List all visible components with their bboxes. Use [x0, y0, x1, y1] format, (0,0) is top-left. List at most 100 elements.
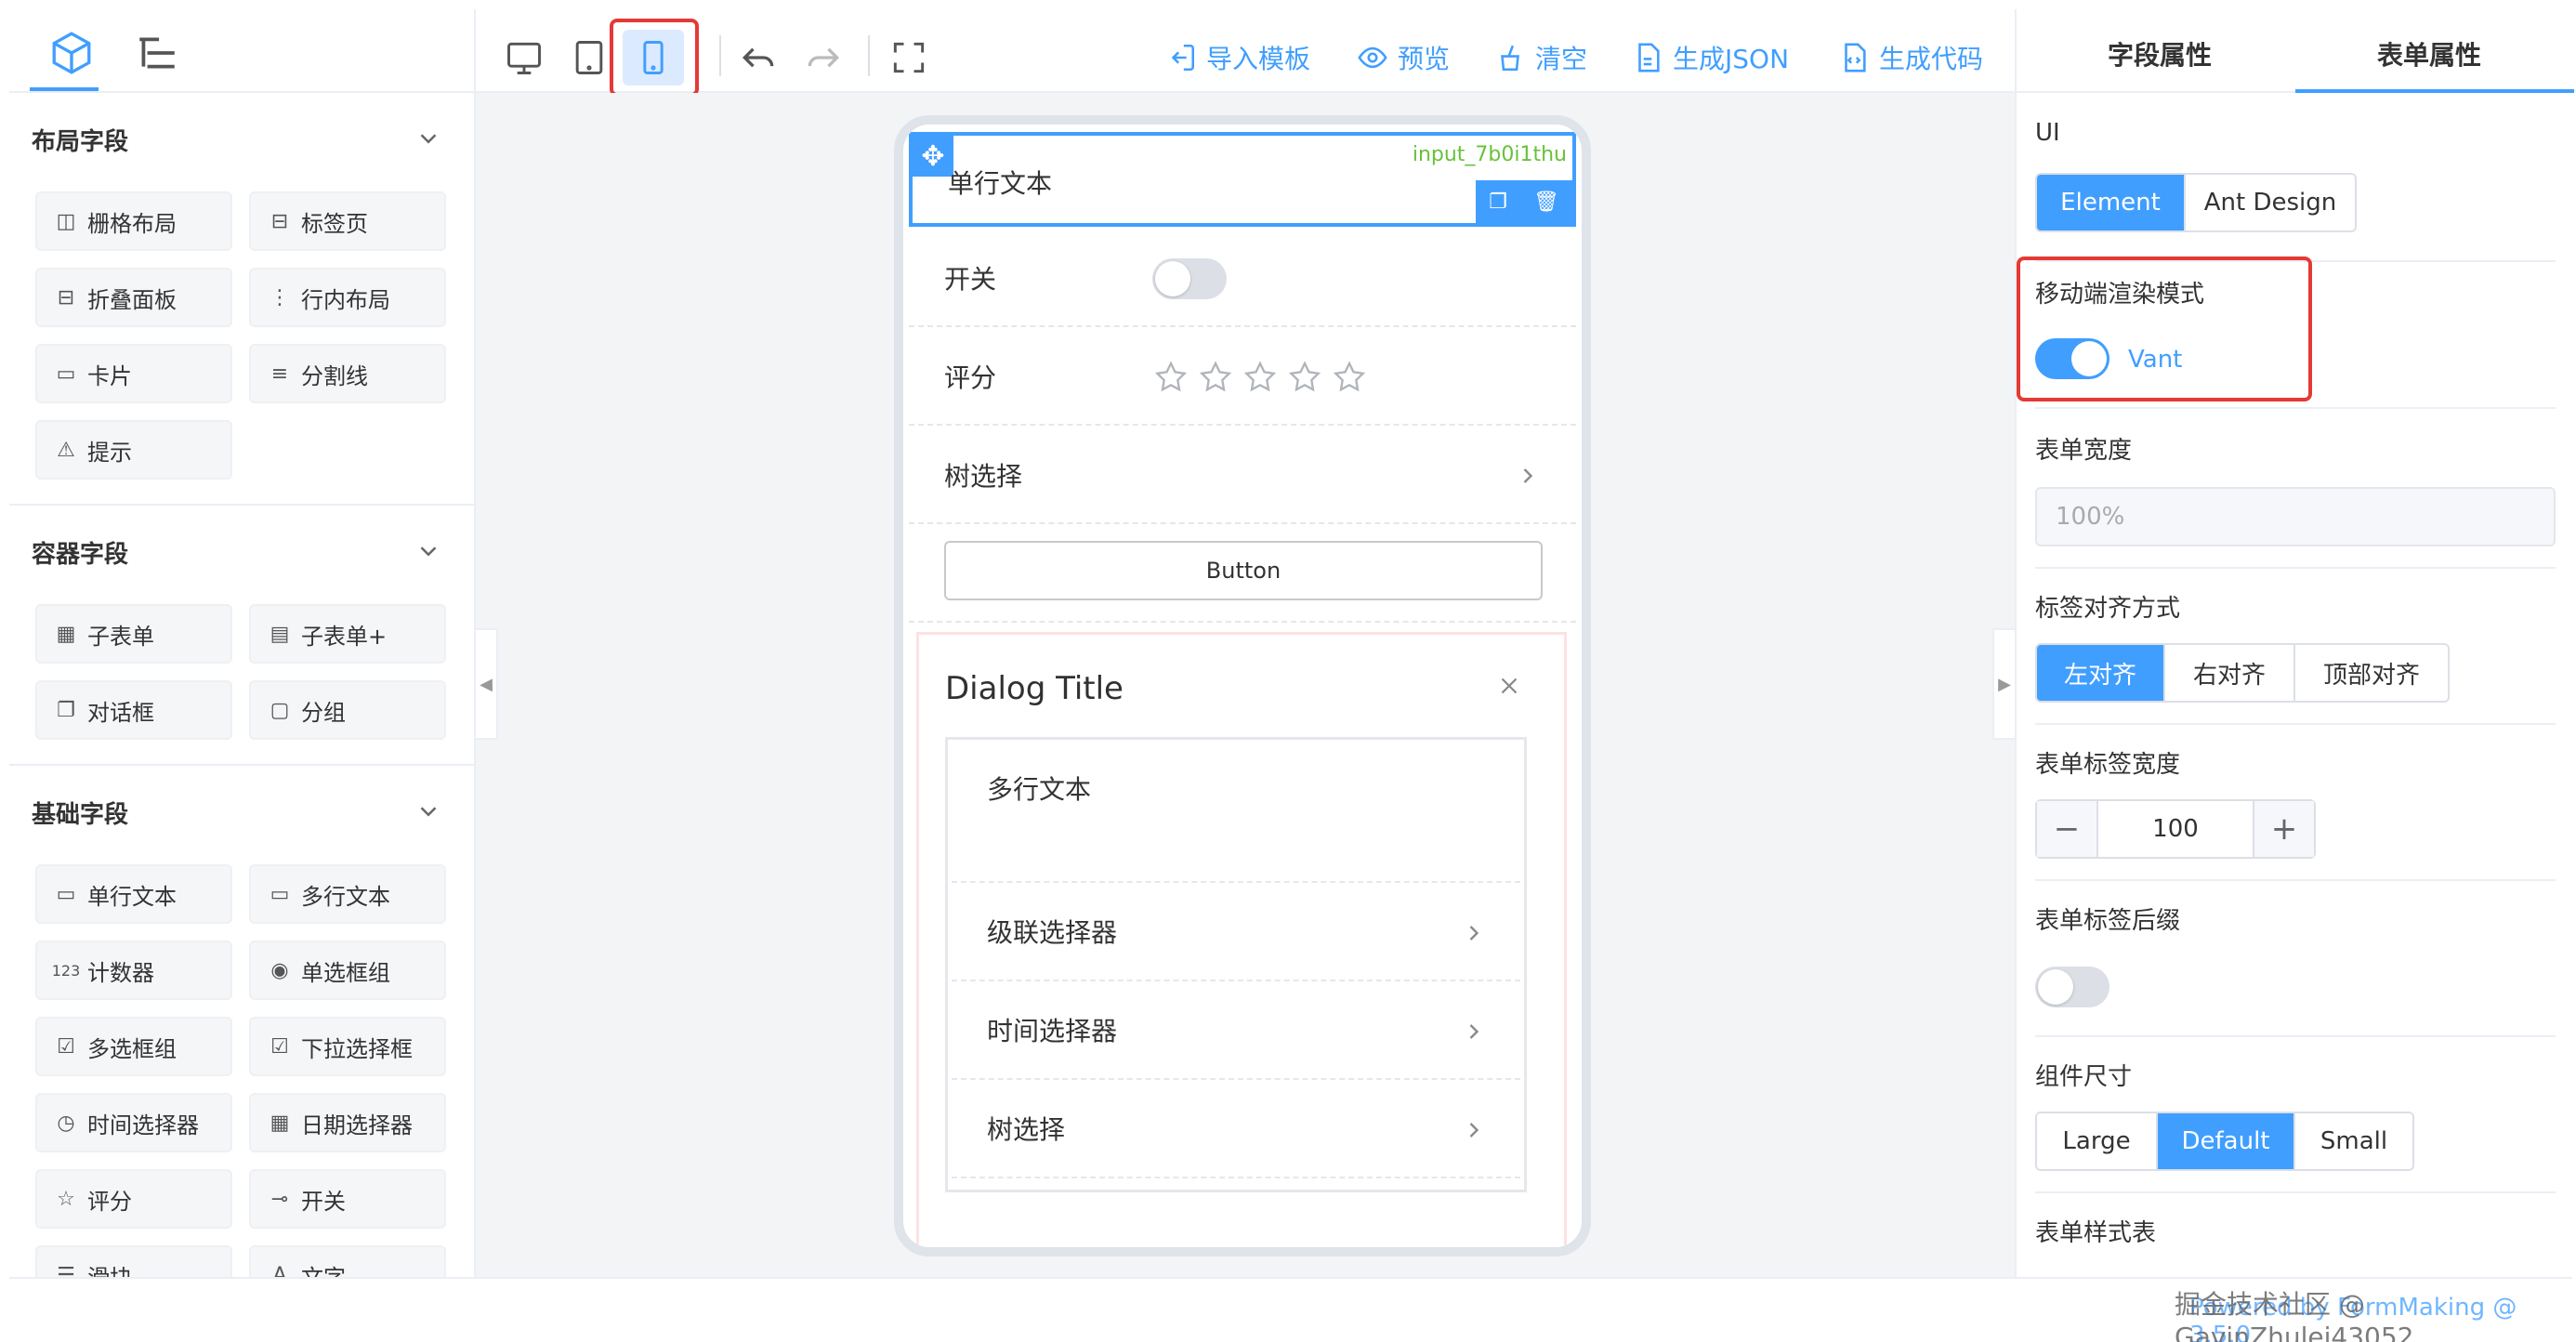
component-rate[interactable]: ☆ 评分 [35, 1169, 232, 1229]
minus-icon[interactable]: − [2037, 801, 2096, 857]
tablet-icon[interactable] [569, 37, 610, 78]
generate-code-button[interactable]: 生成代码 [1838, 37, 1983, 78]
inline-layout-icon: ⋮ [269, 285, 290, 309]
component-panel: 布局字段 ◫ 栅格布局 ⊟ 标签页 ⊟ 折叠面板 ⋮ 行内布局 ▭ 卡片 ≡ 分割线 ⚠ 提示… [9, 9, 476, 1277]
dialog-field-cascader[interactable]: 级联选择器 [952, 885, 1520, 981]
divider [2035, 1191, 2556, 1193]
component-cube-icon[interactable] [48, 30, 95, 76]
field-dialog[interactable]: Dialog Title 多行文本 级联选择器 时间选择器 树选择 [916, 632, 1567, 1256]
component-collapse[interactable]: ⊟ 折叠面板 [35, 268, 232, 327]
fullscreen-icon[interactable] [888, 37, 929, 78]
selected-field-single-text[interactable]: ✥ 单行文本 input_7b0i1thu ❐ 🗑 [909, 132, 1576, 227]
dialog-field-time[interactable]: 时间选择器 [952, 983, 1520, 1080]
label-suffix-switch[interactable] [2035, 967, 2109, 1007]
tab-field-props[interactable]: 字段属性 [2108, 35, 2212, 72]
form-width-input[interactable]: 100% [2035, 487, 2556, 546]
size-default-option[interactable]: Default [2158, 1113, 2295, 1169]
star-icon[interactable] [1197, 359, 1234, 396]
number-icon: 123 [51, 961, 81, 980]
align-right-option[interactable]: 右对齐 [2165, 645, 2295, 701]
component-grid[interactable]: ◫ 栅格布局 [35, 191, 232, 251]
section-title-layout[interactable]: 布局字段 [32, 123, 128, 157]
component-inline[interactable]: ⋮ 行内布局 [249, 268, 446, 327]
redo-icon[interactable] [803, 37, 844, 78]
tab-form-props[interactable]: 表单属性 [2377, 35, 2481, 72]
component-card[interactable]: ▭ 卡片 [35, 344, 232, 403]
ui-option-element[interactable]: Element [2037, 175, 2186, 230]
switch-toggle[interactable] [1152, 258, 1227, 299]
dialog-field-tree[interactable]: 树选择 [952, 1082, 1520, 1178]
section-title-container[interactable]: 容器字段 [32, 535, 128, 570]
toolbar: 导入模板 预览 清空 生成JSON 生成代码 [476, 9, 2015, 97]
divider [2035, 1035, 2556, 1037]
component-dialog[interactable]: ❐ 对话框 [35, 680, 232, 740]
size-selector: Large Default Small [2035, 1112, 2414, 1171]
json-file-icon [1638, 43, 1660, 72]
chevron-down-icon[interactable] [414, 797, 442, 825]
preview-button[interactable]: 预览 [1357, 37, 1450, 78]
component-date[interactable]: ▦ 日期选择器 [249, 1093, 446, 1152]
section-title-basic[interactable]: 基础字段 [32, 796, 128, 830]
dialog-field-textarea[interactable]: 多行文本 [952, 743, 1520, 883]
component-select[interactable]: ☑ 下拉选择框 [249, 1017, 446, 1076]
field-switch[interactable]: 开关 [909, 230, 1576, 327]
component-text[interactable]: A文字 [249, 1245, 446, 1277]
component-group[interactable]: ▢ 分组 [249, 680, 446, 740]
star-icon[interactable] [1331, 359, 1368, 396]
component-subform-plus[interactable]: ▤ 子表单+ [249, 604, 446, 664]
label-align-label: 标签对齐方式 [2035, 595, 2181, 623]
label-width-value[interactable]: 100 [2096, 801, 2254, 857]
label-suffix-label: 表单标签后缀 [2035, 907, 2181, 935]
component-time[interactable]: ◷ 时间选择器 [35, 1093, 232, 1152]
chevron-down-icon[interactable] [414, 125, 442, 152]
align-top-option[interactable]: 顶部对齐 [2295, 645, 2448, 701]
ui-option-antd[interactable]: Ant Design [2186, 175, 2355, 230]
star-icon[interactable] [1242, 359, 1279, 396]
undo-icon[interactable] [738, 37, 779, 78]
dialog-cancel-button[interactable] [1205, 1252, 1345, 1256]
label-align-selector: 左对齐 右对齐 顶部对齐 [2035, 643, 2450, 703]
desktop-icon[interactable] [504, 37, 545, 78]
design-canvas: ◀ ▶ ✥ 单行文本 input_7b0i1thu ❐ 🗑 开关 评分 树选择 … [476, 93, 2015, 1277]
star-icon[interactable] [1152, 359, 1189, 396]
dialog-title: Dialog Title [945, 670, 1124, 707]
mobile-icon[interactable] [633, 37, 674, 78]
left-collapse-handle[interactable]: ◀ [476, 628, 498, 740]
field-rate[interactable]: 评分 [909, 329, 1576, 426]
component-switch[interactable]: ⊸ 开关 [249, 1169, 446, 1229]
component-radio[interactable]: ◉ 单选框组 [249, 941, 446, 1000]
component-divider[interactable]: ≡ 分割线 [249, 344, 446, 403]
component-textarea[interactable]: ▭ 多行文本 [249, 864, 446, 924]
star-icon[interactable] [1286, 359, 1323, 396]
toolbar-separator [868, 35, 870, 76]
eye-icon [1358, 46, 1387, 69]
clear-button[interactable]: 清空 [1494, 37, 1587, 78]
component-slider[interactable]: ☰滑块 [35, 1245, 232, 1277]
component-tabs-item[interactable]: ⊟ 标签页 [249, 191, 446, 251]
delete-icon[interactable]: 🗑 [1533, 191, 1559, 214]
component-number[interactable]: 123 计数器 [35, 941, 232, 1000]
size-small-option[interactable]: Small [2295, 1113, 2412, 1169]
component-input[interactable]: ▭ 单行文本 [35, 864, 232, 924]
label-width-stepper[interactable]: − 100 + [2035, 799, 2316, 859]
component-subform[interactable]: ▦ 子表单 [35, 604, 232, 664]
size-large-option[interactable]: Large [2037, 1113, 2158, 1169]
clock-icon: ◷ [57, 1111, 75, 1135]
close-icon[interactable] [1495, 672, 1523, 700]
chevron-down-icon[interactable] [414, 537, 442, 565]
mobile-preview-frame: ✥ 单行文本 input_7b0i1thu ❐ 🗑 开关 评分 树选择 Butt… [894, 115, 1591, 1256]
dialog-confirm-button[interactable] [1367, 1252, 1521, 1256]
generate-json-button[interactable]: 生成JSON [1632, 37, 1789, 78]
right-collapse-handle[interactable]: ▶ [1992, 628, 2015, 740]
component-checkbox[interactable]: ☑ 多选框组 [35, 1017, 232, 1076]
code-file-icon [1845, 43, 1866, 72]
plus-icon[interactable]: + [2254, 801, 2314, 857]
collapse-icon: ⊟ [57, 285, 75, 309]
outline-tree-icon[interactable] [134, 30, 180, 76]
import-template-button[interactable]: 导入模板 [1165, 37, 1310, 78]
form-button[interactable]: Button [944, 541, 1543, 600]
align-left-option[interactable]: 左对齐 [2037, 645, 2165, 701]
field-tree-select[interactable]: 树选择 [909, 428, 1576, 524]
component-alert[interactable]: ⚠ 提示 [35, 420, 232, 480]
copy-icon[interactable]: ❐ [1489, 191, 1507, 214]
